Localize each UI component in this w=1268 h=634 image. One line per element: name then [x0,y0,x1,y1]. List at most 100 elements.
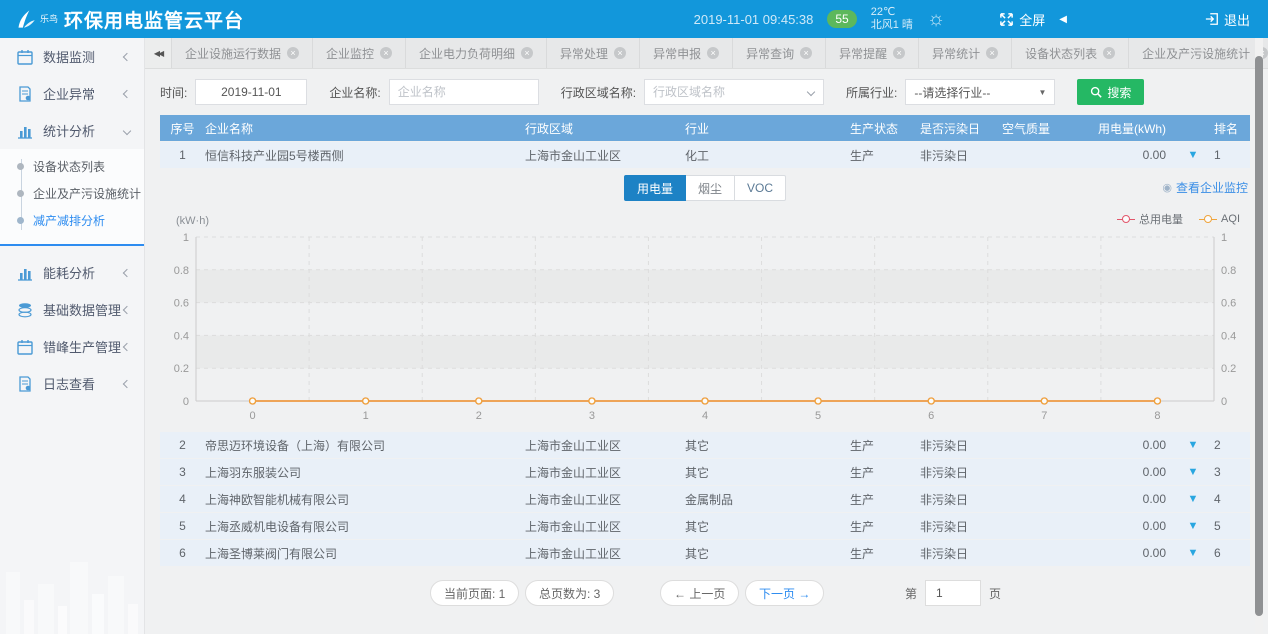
expand-collapse-icon[interactable]: ▼ [1172,149,1214,161]
date-input[interactable] [195,79,307,105]
y-axis-unit-label: (kW·h) [176,215,209,227]
tab-label: 异常处理 [560,45,608,62]
close-icon[interactable]: × [287,47,299,59]
table-row[interactable]: 3 上海羽东服装公司 上海市金山工业区 其它 生产 非污染日 0.00 ▼ 3 [160,459,1250,485]
sidebar-item-reduction-analysis[interactable]: 减产减排分析 [0,207,144,234]
jump-page-input[interactable] [925,580,981,606]
tab-abnormal-reminder[interactable]: 异常提醒× [826,38,919,68]
chevron-down-icon [123,126,131,134]
bar-chart-icon [17,265,33,281]
sidebar-item-device-status-list[interactable]: 设备状态列表 [0,153,144,180]
calendar-icon [17,339,33,355]
fullscreen-icon [999,12,1014,27]
expand-collapse-icon[interactable]: ▼ [1172,547,1214,559]
close-icon[interactable]: × [707,47,719,59]
prev-page-button[interactable]: ← 上一页 [660,580,739,606]
tab-power-load-detail[interactable]: 企业电力负荷明细× [406,38,547,68]
table-header-row: 序号 企业名称 行政区域 行业 生产状态 是否污染日 空气质量 用电量(kWh)… [160,115,1250,141]
close-icon[interactable]: × [614,47,626,59]
sidebar: 数据监测 企业异常 统计分析 设备状态列表 企业及产污设施统计 减产减排分析 能… [0,38,145,634]
expand-collapse-icon[interactable]: ▼ [1172,439,1214,451]
table-row[interactable]: 2 帝思迈环境设备（上海）有限公司 上海市金山工业区 其它 生产 非污染日 0.… [160,432,1250,458]
chart-legend: 总用电量 AQI [1117,211,1240,227]
aqi-badge: 55 [827,10,856,28]
search-button[interactable]: 搜索 [1077,79,1144,105]
close-icon[interactable]: × [800,47,812,59]
tab-abnormal-query[interactable]: 异常查询× [733,38,826,68]
sidebar-item-data-monitoring[interactable]: 数据监测 [0,38,144,75]
scrollbar-thumb[interactable] [1255,56,1263,616]
close-icon[interactable]: × [380,47,392,59]
line-chart[interactable]: 000.20.20.40.40.60.60.80.811012345678 [160,227,1250,427]
tab-enterprise-facility-data[interactable]: 企业设施运行数据× [171,38,313,68]
bullet-dot-icon [17,190,24,197]
bar-chart-icon [17,123,33,139]
expand-collapse-icon[interactable]: ▼ [1172,520,1214,532]
col-header-production-status: 生产状态 [850,120,920,137]
company-input[interactable] [389,79,539,105]
company-name: 上海丞威机电设备有限公司 [205,518,525,535]
svg-text:1: 1 [363,410,369,422]
col-header-pollution-day: 是否污染日 [920,120,1002,137]
skyline-decoration [0,524,145,634]
table-row[interactable]: 1 恒信科技产业园5号楼西侧 上海市金山工业区 化工 生产 非污染日 0.00 … [160,142,1250,168]
region-input[interactable] [644,79,824,105]
expand-collapse-icon[interactable]: ▼ [1172,493,1214,505]
view-enterprise-monitor-link[interactable]: ◉ 查看企业监控 [1162,179,1248,196]
close-icon[interactable]: × [893,47,905,59]
table-row[interactable]: 5 上海丞威机电设备有限公司 上海市金山工业区 其它 生产 非污染日 0.00 … [160,513,1250,539]
tab-abnormal-stats[interactable]: 异常统计× [919,38,1012,68]
industry-selected-value: --请选择行业-- [914,84,990,101]
sidebar-item-statistical-analysis[interactable]: 统计分析 [0,112,144,149]
tab-enterprise-pollution-stats[interactable]: 企业及产污设施统计× [1129,38,1268,68]
close-icon[interactable]: × [1103,47,1115,59]
close-icon[interactable]: × [986,47,998,59]
industry-label: 所属行业: [846,84,897,101]
tab-abnormal-handling[interactable]: 异常处理 × [547,38,640,68]
sidebar-item-basic-data-management[interactable]: 基础数据管理 [0,291,144,328]
sidebar-item-staggered-production[interactable]: 错峰生产管理 [0,328,144,365]
legend-item-aqi[interactable]: AQI [1199,213,1240,225]
tab-enterprise-monitor[interactable]: 企业监控 × [313,38,406,68]
bullet-dot-icon [17,163,24,170]
table-row[interactable]: 6 上海圣博莱阀门有限公司 上海市金山工业区 其它 生产 非污染日 0.00 ▼… [160,540,1250,566]
col-header-power: 用电量(kWh) [1077,120,1172,137]
sidebar-item-energy-analysis[interactable]: 能耗分析 [0,254,144,291]
sidebar-item-enterprise-pollution-stats[interactable]: 企业及产污设施统计 [0,180,144,207]
metric-button-voc[interactable]: VOC [735,175,786,201]
jump-suffix: 页 [989,585,1001,602]
legend-item-total-power[interactable]: 总用电量 [1117,211,1183,227]
chevron-left-icon [123,52,131,60]
logout-icon [1205,12,1219,26]
total-pages-pill: 总页数为: 3 [525,580,614,606]
logout-button[interactable]: 退出 [1205,10,1250,29]
sidebar-item-label: 基础数据管理 [43,300,121,319]
next-page-button[interactable]: 下一页 → [745,580,824,606]
table-row[interactable]: 4 上海神欧智能机械有限公司 上海市金山工业区 金属制品 生产 非污染日 0.0… [160,486,1250,512]
tab-label: 企业监控 [326,45,374,62]
expand-collapse-icon[interactable]: ▼ [1172,466,1214,478]
wind: 北风1 晴 [871,19,913,32]
sidebar-item-log-view[interactable]: 日志查看 [0,365,144,402]
metric-button-smoke[interactable]: 烟尘 [686,175,735,201]
current-page-pill: 当前页面: 1 [430,580,519,606]
chevron-left-icon [123,268,131,276]
tab-abnormal-report[interactable]: 异常申报× [640,38,733,68]
top-header: 乐鸟 环保用电监管云平台 2019-11-01 09:45:38 55 22℃ … [0,0,1268,38]
tabs-scroll-left-button[interactable]: ◀◀ [145,38,171,68]
tab-device-status-list[interactable]: 设备状态列表× [1012,38,1129,68]
vertical-scrollbar[interactable] [1255,38,1263,634]
svg-text:3: 3 [589,410,595,422]
svg-text:0: 0 [183,396,189,408]
collapse-arrow-icon[interactable]: ◀ [1059,14,1067,25]
chevron-left-icon [123,379,131,387]
close-icon[interactable]: × [521,47,533,59]
document-gear-icon [17,86,33,102]
sidebar-item-enterprise-abnormal[interactable]: 企业异常 [0,75,144,112]
industry-select[interactable]: --请选择行业-- ▼ [905,79,1055,105]
fullscreen-button[interactable]: 全屏 [999,10,1045,29]
header-datetime: 2019-11-01 09:45:38 [694,12,814,27]
metric-button-power[interactable]: 用电量 [624,175,686,201]
svg-text:0.8: 0.8 [1221,265,1236,277]
pagination: 当前页面: 1 总页数为: 3 ← 上一页 下一页 → 第 页 [160,580,1250,610]
